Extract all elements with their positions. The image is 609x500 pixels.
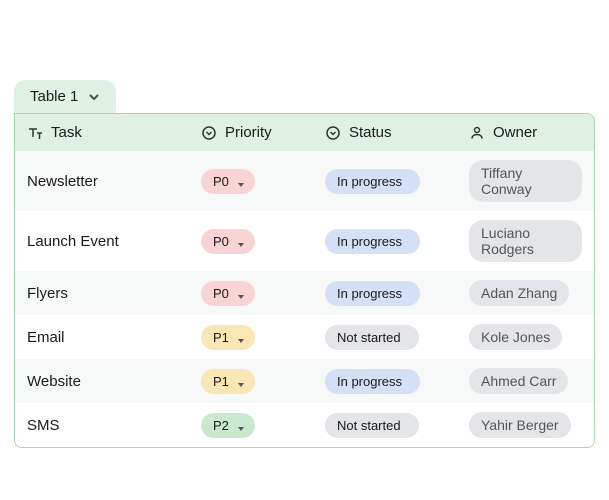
priority-cell: P0 xyxy=(201,169,321,194)
caret-down-icon xyxy=(237,289,245,297)
priority-pill[interactable]: P1 xyxy=(201,325,255,350)
owner-name: Adan Zhang xyxy=(481,285,557,301)
owner-cell: Adan Zhang xyxy=(469,280,582,306)
status-pill[interactable]: Not started xyxy=(325,325,419,350)
priority-cell: P0 xyxy=(201,281,321,306)
task-name: Email xyxy=(27,329,65,346)
text-type-icon xyxy=(27,125,43,141)
status-cell: In progress xyxy=(325,169,465,194)
status-cell: In progress xyxy=(325,229,465,254)
priority-cell: P1 xyxy=(201,325,321,350)
table-row: Flyers P0 In progress Adan Zhang xyxy=(15,271,594,315)
priority-label: P0 xyxy=(213,234,229,249)
owner-pill[interactable]: Ahmed Carr xyxy=(469,368,568,394)
status-cell: Not started xyxy=(325,325,465,350)
owner-pill[interactable]: Adan Zhang xyxy=(469,280,569,306)
owner-name: Tiffany Conway xyxy=(481,165,570,197)
priority-label: P1 xyxy=(213,330,229,345)
status-label: In progress xyxy=(337,374,402,389)
status-pill[interactable]: In progress xyxy=(325,169,420,194)
status-pill[interactable]: In progress xyxy=(325,229,420,254)
task-name: Launch Event xyxy=(27,233,119,250)
column-header-task[interactable]: Task xyxy=(27,124,197,141)
dropdown-circle-icon xyxy=(325,125,341,141)
status-label: In progress xyxy=(337,286,402,301)
status-label: In progress xyxy=(337,174,402,189)
priority-label: P1 xyxy=(213,374,229,389)
priority-pill[interactable]: P0 xyxy=(201,281,255,306)
status-pill[interactable]: In progress xyxy=(325,369,420,394)
table-tab[interactable]: Table 1 xyxy=(14,80,116,113)
caret-down-icon xyxy=(237,377,245,385)
status-label: Not started xyxy=(337,330,401,345)
caret-down-icon xyxy=(237,421,245,429)
task-name: Website xyxy=(27,373,81,390)
priority-pill[interactable]: P2 xyxy=(201,413,255,438)
owner-cell: Luciano Rodgers xyxy=(469,220,582,262)
owner-name: Ahmed Carr xyxy=(481,373,556,389)
table-tab-label: Table 1 xyxy=(30,88,78,105)
column-header-priority[interactable]: Priority xyxy=(201,124,321,141)
priority-label: P0 xyxy=(213,286,229,301)
priority-label: P0 xyxy=(213,174,229,189)
priority-cell: P2 xyxy=(201,413,321,438)
caret-down-icon xyxy=(237,333,245,341)
priority-cell: P1 xyxy=(201,369,321,394)
status-label: Not started xyxy=(337,418,401,433)
task-cell: Launch Event xyxy=(27,233,197,250)
owner-name: Luciano Rodgers xyxy=(481,225,570,257)
table-header-row: Task Priority Status Owner xyxy=(15,114,594,151)
status-cell: Not started xyxy=(325,413,465,438)
column-header-label: Status xyxy=(349,124,392,141)
status-cell: In progress xyxy=(325,369,465,394)
dropdown-circle-icon xyxy=(201,125,217,141)
task-table: Task Priority Status Owner Newsletter P0 I… xyxy=(14,113,595,448)
task-name: Newsletter xyxy=(27,173,98,190)
owner-cell: Tiffany Conway xyxy=(469,160,582,202)
owner-name: Kole Jones xyxy=(481,329,550,345)
caret-down-icon xyxy=(237,177,245,185)
table-row: SMS P2 Not started Yahir Berger xyxy=(15,403,594,447)
task-cell: Email xyxy=(27,329,197,346)
owner-pill[interactable]: Luciano Rodgers xyxy=(469,220,582,262)
priority-cell: P0 xyxy=(201,229,321,254)
owner-pill[interactable]: Tiffany Conway xyxy=(469,160,582,202)
caret-down-icon xyxy=(237,237,245,245)
table-row: Newsletter P0 In progress Tiffany Conway xyxy=(15,151,594,211)
chevron-down-icon xyxy=(88,91,100,103)
column-header-status[interactable]: Status xyxy=(325,124,465,141)
table-row: Email P1 Not started Kole Jones xyxy=(15,315,594,359)
column-header-label: Priority xyxy=(225,124,272,141)
column-header-label: Task xyxy=(51,124,82,141)
priority-label: P2 xyxy=(213,418,229,433)
task-name: SMS xyxy=(27,417,60,434)
status-label: In progress xyxy=(337,234,402,249)
column-header-owner[interactable]: Owner xyxy=(469,124,582,141)
owner-cell: Ahmed Carr xyxy=(469,368,582,394)
owner-cell: Kole Jones xyxy=(469,324,582,350)
owner-pill[interactable]: Kole Jones xyxy=(469,324,562,350)
priority-pill[interactable]: P1 xyxy=(201,369,255,394)
task-cell: Website xyxy=(27,373,197,390)
status-pill[interactable]: Not started xyxy=(325,413,419,438)
table-row: Website P1 In progress Ahmed Carr xyxy=(15,359,594,403)
status-cell: In progress xyxy=(325,281,465,306)
column-header-label: Owner xyxy=(493,124,537,141)
table-row: Launch Event P0 In progress Luciano Rodgers xyxy=(15,211,594,271)
owner-name: Yahir Berger xyxy=(481,417,559,433)
task-cell: SMS xyxy=(27,417,197,434)
task-cell: Newsletter xyxy=(27,173,197,190)
person-icon xyxy=(469,125,485,141)
task-name: Flyers xyxy=(27,285,68,302)
owner-pill[interactable]: Yahir Berger xyxy=(469,412,571,438)
priority-pill[interactable]: P0 xyxy=(201,229,255,254)
task-cell: Flyers xyxy=(27,285,197,302)
owner-cell: Yahir Berger xyxy=(469,412,582,438)
status-pill[interactable]: In progress xyxy=(325,281,420,306)
priority-pill[interactable]: P0 xyxy=(201,169,255,194)
